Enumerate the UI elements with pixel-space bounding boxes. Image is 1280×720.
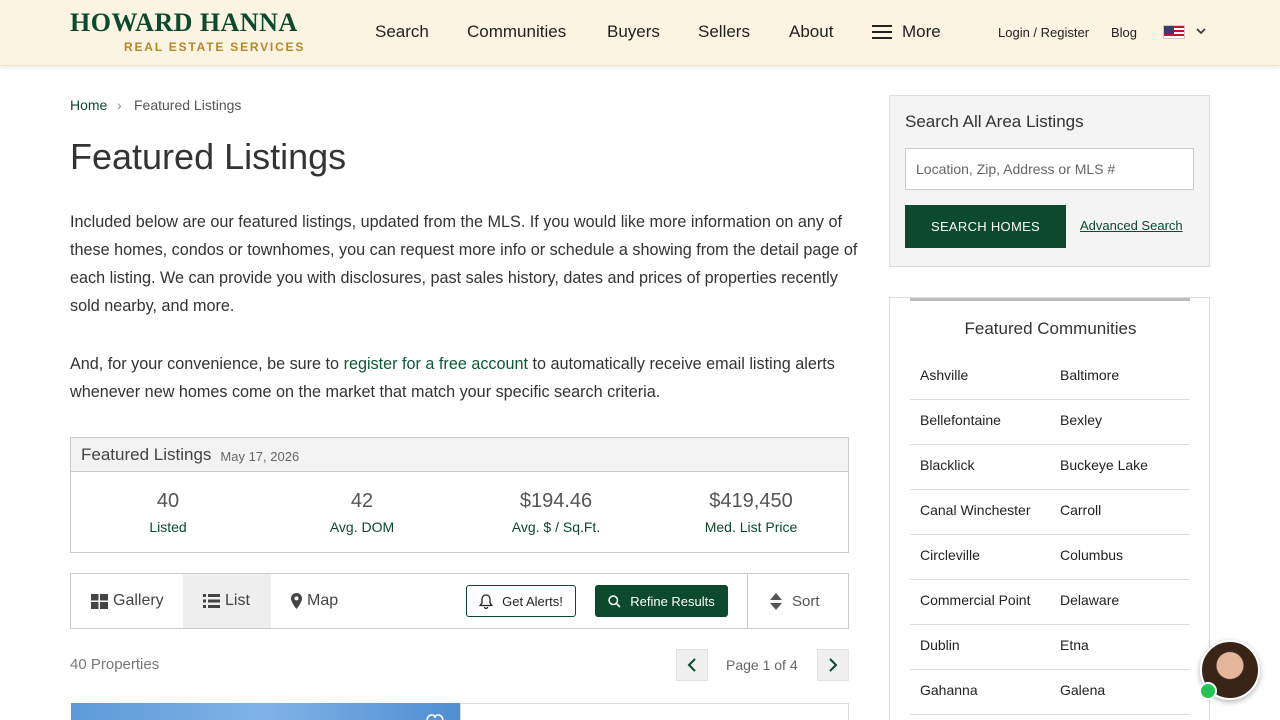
community-link[interactable]: Dublin <box>920 637 960 653</box>
community-link[interactable]: Buckeye Lake <box>1060 457 1148 473</box>
results-count: 40 Properties <box>70 656 160 673</box>
tab-gallery[interactable]: Gallery <box>91 574 164 628</box>
community-link[interactable]: Blacklick <box>920 457 974 473</box>
register-text-before: And, for your convenience, be sure to <box>70 355 344 373</box>
intro-paragraph: Included below are our featured listings… <box>70 213 858 315</box>
community-row: Blacklick Buckeye Lake <box>910 445 1190 490</box>
community-link[interactable]: Circleville <box>920 547 980 563</box>
community-link[interactable]: Carroll <box>1060 502 1101 518</box>
nav-sellers[interactable]: Sellers <box>698 22 750 42</box>
stat-value: $419,450 <box>709 490 793 512</box>
sidebar-search-title: Search All Area Listings <box>905 112 1084 131</box>
chevron-right-icon <box>829 658 838 672</box>
featured-communities-title: Featured Communities <box>964 319 1137 338</box>
refine-results-label: Refine Results <box>630 593 715 609</box>
community-row: Canal Winchester Carroll <box>910 490 1190 535</box>
logo-tagline: REAL ESTATE SERVICES <box>124 40 306 54</box>
sort-button[interactable]: Sort <box>747 574 849 628</box>
advanced-search-link[interactable]: Advanced Search <box>1080 218 1183 233</box>
stat-avg-price-sqft: $194.46 Avg. $ / Sq.Ft. <box>459 490 653 535</box>
refine-results-button[interactable]: Refine Results <box>595 585 728 617</box>
map-pin-icon <box>291 593 302 609</box>
register-link[interactable]: register for a free account <box>344 355 528 373</box>
market-stats-header: Featured Listings May 17, 2026 <box>71 438 848 472</box>
page-indicator: Page 1 of 4 <box>726 657 798 673</box>
tab-map[interactable]: Map <box>291 574 338 628</box>
tab-list[interactable]: List <box>183 574 271 628</box>
community-link[interactable]: Ashville <box>920 367 968 383</box>
page-title: Featured Listings <box>70 136 347 177</box>
community-link[interactable]: Delaware <box>1060 592 1119 608</box>
community-row: Ashville Baltimore <box>910 355 1190 400</box>
sort-label: Sort <box>792 592 820 610</box>
stat-listed: 40 Listed <box>71 490 265 535</box>
search-homes-button[interactable]: SEARCH HOMES <box>905 205 1066 248</box>
sort-icon <box>770 592 782 610</box>
chevron-left-icon <box>687 658 696 672</box>
community-link[interactable]: Gahanna <box>920 682 978 698</box>
nav-about[interactable]: About <box>789 22 833 42</box>
stat-avg-dom: 42 Avg. DOM <box>265 490 459 535</box>
community-row: Dublin Etna <box>910 625 1190 670</box>
grid-icon <box>91 593 108 609</box>
hamburger-icon[interactable] <box>872 25 892 39</box>
community-link[interactable]: Canal Winchester <box>920 502 1031 518</box>
heart-icon[interactable] <box>425 712 445 720</box>
listings-toolbar: Gallery List Map Get Alerts! Refine Resu… <box>70 573 849 629</box>
get-alerts-label: Get Alerts! <box>502 593 563 609</box>
sidebar-search-panel: Search All Area Listings SEARCH HOMES Ad… <box>889 95 1210 267</box>
community-row: Commercial Point Delaware <box>910 580 1190 625</box>
site-header: HOWARD HANNA REAL ESTATE SERVICES Search… <box>0 0 1280 66</box>
nav-communities[interactable]: Communities <box>467 22 566 42</box>
chevron-down-icon[interactable] <box>1195 25 1207 37</box>
login-register-link[interactable]: Login / Register <box>998 25 1089 40</box>
stat-label: Avg. $ / Sq.Ft. <box>511 519 601 535</box>
tab-list-label: List <box>225 592 250 609</box>
nav-search[interactable]: Search <box>375 22 429 42</box>
panel-divider <box>910 298 1190 301</box>
listing-card[interactable] <box>460 703 849 720</box>
breadcrumb-separator: › <box>117 97 122 113</box>
community-row: Bellefontaine Bexley <box>910 400 1190 445</box>
bell-icon <box>479 593 494 609</box>
stat-label: Med. List Price <box>704 519 798 535</box>
get-alerts-button[interactable]: Get Alerts! <box>466 585 576 617</box>
community-row: Circleville Columbus <box>910 535 1190 580</box>
community-link[interactable]: Columbus <box>1060 547 1123 563</box>
community-link[interactable]: Galena <box>1060 682 1105 698</box>
tab-map-label: Map <box>307 592 339 609</box>
community-link[interactable]: Bellefontaine <box>920 412 1001 428</box>
next-page-button[interactable] <box>817 649 849 681</box>
nav-more[interactable]: More <box>902 22 941 42</box>
market-stats: Featured Listings May 17, 2026 40 Listed… <box>70 437 849 553</box>
register-paragraph: And, for your convenience, be sure to re… <box>70 350 860 406</box>
breadcrumb-home[interactable]: Home <box>70 97 107 113</box>
community-link[interactable]: Baltimore <box>1060 367 1119 383</box>
list-icon <box>203 594 220 608</box>
stat-label: Avg. DOM <box>329 519 395 535</box>
featured-communities-panel: Featured Communities Ashville Baltimore Be… <box>889 297 1210 720</box>
listing-photo[interactable] <box>71 703 460 720</box>
logo[interactable]: HOWARD HANNA <box>70 8 298 38</box>
blog-link[interactable]: Blog <box>1111 25 1137 40</box>
market-stats-title: Featured Listings <box>81 444 212 464</box>
stat-value: $194.46 <box>519 490 593 512</box>
location-search-input[interactable] <box>905 148 1194 190</box>
online-status-icon <box>1199 682 1217 700</box>
prev-page-button[interactable] <box>676 649 708 681</box>
breadcrumb-current: Featured Listings <box>134 97 242 113</box>
search-icon <box>608 594 621 608</box>
stat-value: 42 <box>350 490 374 512</box>
community-link[interactable]: Bexley <box>1060 412 1102 428</box>
stat-value: 40 <box>156 490 180 512</box>
stat-med-list-price: $419,450 Med. List Price <box>654 490 848 535</box>
nav-buyers[interactable]: Buyers <box>607 22 660 42</box>
market-stats-date: May 17, 2026 <box>220 448 300 464</box>
community-row: Gahanna Galena <box>910 670 1190 715</box>
us-flag-icon[interactable] <box>1163 25 1185 39</box>
community-link[interactable]: Commercial Point <box>920 592 1030 608</box>
tab-gallery-label: Gallery <box>113 592 164 609</box>
community-link[interactable]: Etna <box>1060 637 1089 653</box>
stat-label: Listed <box>149 519 187 535</box>
